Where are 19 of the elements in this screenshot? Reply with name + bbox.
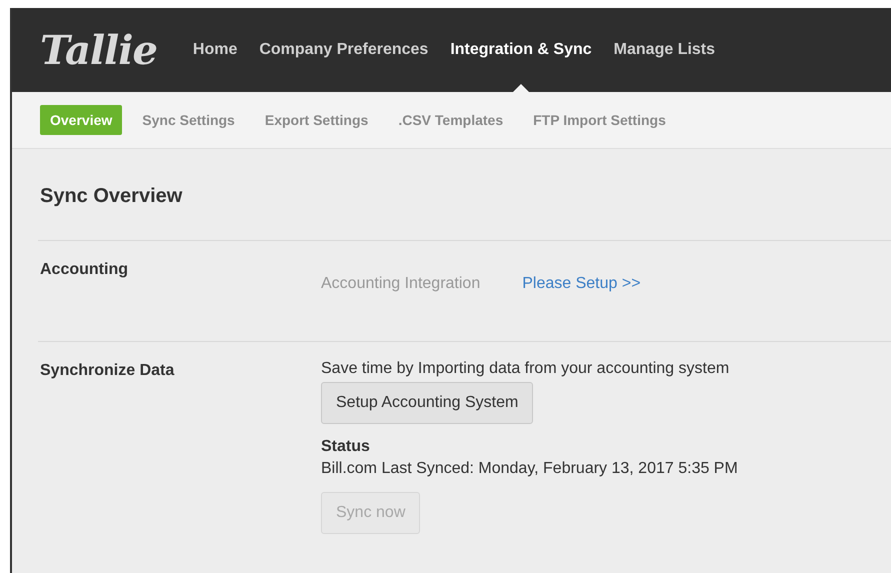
status-heading: Status: [321, 438, 370, 456]
sub-nav-tab[interactable]: Sync Settings: [132, 105, 245, 135]
nav-tab[interactable]: Home: [192, 41, 238, 59]
integration-label: Accounting Integration: [321, 275, 480, 294]
logo: Tallie: [40, 26, 157, 74]
sub-nav-tab[interactable]: .CSV Templates: [388, 105, 514, 135]
setup-accounting-button[interactable]: Setup Accounting System: [321, 382, 534, 424]
sub-nav-tab[interactable]: Overview: [40, 105, 122, 135]
section-label: Synchronize Data: [39, 361, 176, 381]
nav-tab[interactable]: Manage Lists: [614, 41, 716, 59]
section-label: Accounting: [39, 260, 129, 280]
nav-tab[interactable]: Integration & Sync: [450, 41, 592, 59]
description-text: Save time by Importing data from your accounting system: [321, 360, 730, 378]
sub-nav-tab[interactable]: Export Settings: [254, 105, 378, 135]
setup-link[interactable]: Please Setup >>: [522, 275, 641, 341]
page-title: Sync Overview: [38, 149, 891, 241]
status-text: Bill.com Last Synced: Monday, February 13, 2017 5:35 PM: [321, 460, 738, 478]
nav-tab[interactable]: Company Preferences: [259, 41, 428, 59]
sub-nav-tab[interactable]: FTP Import Settings: [523, 105, 676, 135]
